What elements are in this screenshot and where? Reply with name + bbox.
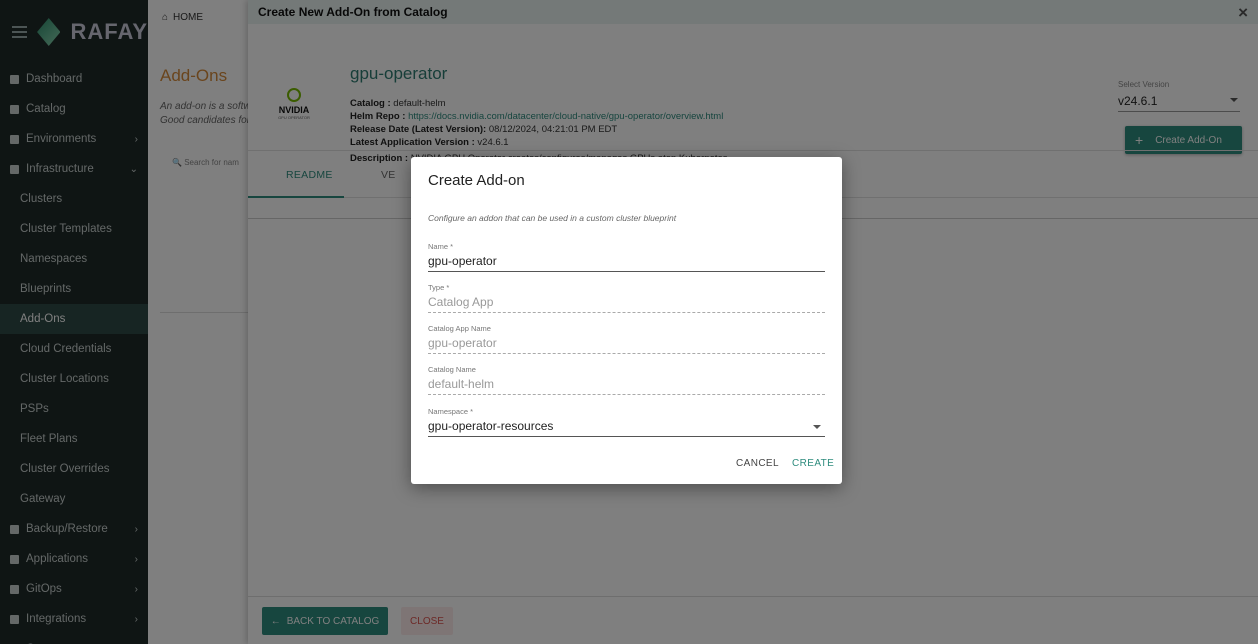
chevron-down-icon	[813, 425, 821, 433]
catalog-app-name-field: Catalog App Name gpu-operator	[428, 324, 825, 354]
dialog-subtitle: Configure an addon that can be used in a…	[428, 213, 677, 223]
type-field: Type * Catalog App	[428, 283, 825, 313]
name-input[interactable]: gpu-operator	[428, 254, 825, 272]
create-button[interactable]: CREATE	[792, 458, 834, 469]
dialog-title: Create Add-on	[428, 172, 525, 189]
cancel-button[interactable]: CANCEL	[736, 458, 779, 469]
create-addon-dialog: Create Add-on Configure an addon that ca…	[411, 157, 842, 484]
namespace-select[interactable]: Namespace * gpu-operator-resources	[428, 407, 825, 437]
catalog-name-field: Catalog Name default-helm	[428, 365, 825, 395]
name-field[interactable]: Name * gpu-operator	[428, 242, 825, 272]
